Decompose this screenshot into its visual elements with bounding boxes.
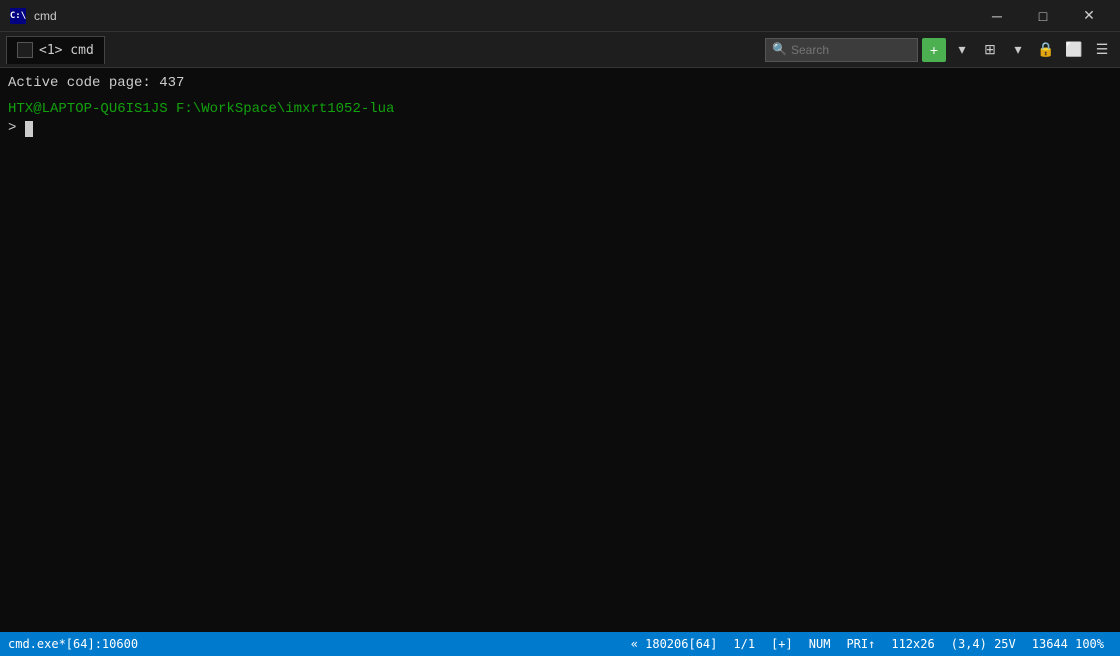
view-button[interactable]: ⊞ <box>978 38 1002 62</box>
add-button[interactable]: + <box>922 38 946 62</box>
lock-button[interactable]: 🔒 <box>1034 38 1058 62</box>
status-process: cmd.exe*[64]:10600 <box>8 637 146 651</box>
split-button[interactable]: ⬜ <box>1062 38 1086 62</box>
terminal-area[interactable]: Active code page: 437 HTX@LAPTOP-QU6IS1J… <box>0 68 1120 632</box>
status-coords: (3,4) 25V <box>943 637 1024 651</box>
status-page: « 180206[64] <box>623 637 726 651</box>
window-title: cmd <box>34 9 974 23</box>
terminal-line-1: Active code page: 437 <box>8 74 1112 94</box>
dropdown2-button[interactable]: ▾ <box>1006 38 1030 62</box>
search-input[interactable] <box>791 43 911 57</box>
search-box[interactable]: 🔍 <box>765 38 918 62</box>
minimize-button[interactable]: ─ <box>974 0 1020 32</box>
title-bar: C:\ cmd ─ □ ✕ <box>0 0 1120 32</box>
cmd-icon: C:\ <box>10 8 26 24</box>
status-bar: cmd.exe*[64]:10600 « 180206[64] 1/1 [+] … <box>0 632 1120 656</box>
status-num: NUM <box>801 637 839 651</box>
terminal-tab[interactable]: <1> cmd <box>6 36 105 64</box>
status-position: 1/1 <box>725 637 763 651</box>
terminal-cursor <box>25 121 33 137</box>
tab-label: <1> cmd <box>39 43 94 58</box>
terminal-cursor-line: > <box>8 119 1112 139</box>
terminal-prompt-char: > <box>8 119 16 139</box>
status-zoom: 13644 100% <box>1024 637 1112 651</box>
window-icon: C:\ <box>8 6 28 26</box>
status-pri: PRI↑ <box>838 637 883 651</box>
status-size: 112x26 <box>883 637 942 651</box>
search-icon: 🔍 <box>772 42 787 57</box>
tab-icon <box>17 42 33 58</box>
close-button[interactable]: ✕ <box>1066 0 1112 32</box>
toolbar: <1> cmd 🔍 + ▾ ⊞ ▾ 🔒 ⬜ ☰ <box>0 32 1120 68</box>
menu-button[interactable]: ☰ <box>1090 38 1114 62</box>
maximize-button[interactable]: □ <box>1020 0 1066 32</box>
dropdown-button[interactable]: ▾ <box>950 38 974 62</box>
status-mode: [+] <box>763 637 801 651</box>
window-controls: ─ □ ✕ <box>974 0 1112 32</box>
terminal-prompt-line: HTX@LAPTOP-QU6IS1JS F:\WorkSpace\imxrt10… <box>8 100 1112 120</box>
